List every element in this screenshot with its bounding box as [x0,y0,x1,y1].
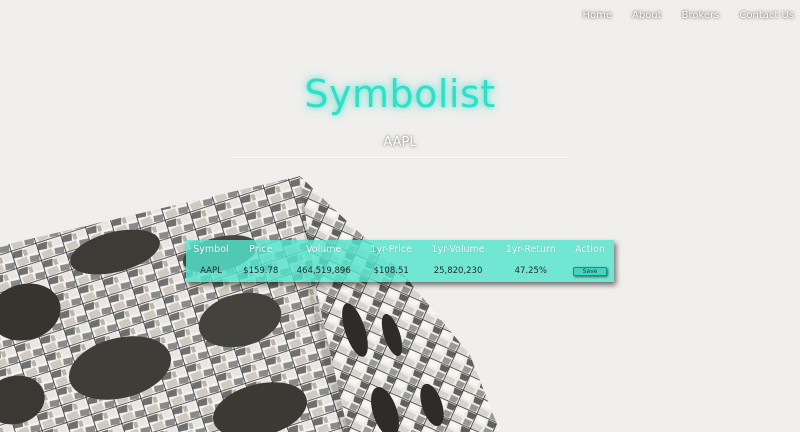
column-header-action: Action [575,244,605,255]
nav-home-link[interactable]: Home [582,10,612,21]
column-header-1yr-price: 1yr-Price [370,244,412,255]
cell-1yr-price: $108.51 [373,265,409,276]
background-building-image [0,176,500,432]
save-button[interactable]: Save [573,266,607,276]
top-nav: Home About Brokers Contact Us [562,10,794,21]
table-row: AAPL $159.78 464,519,896 $108.51 25,820,… [186,259,614,282]
cell-action: Save [566,259,614,282]
stock-table-panel: Symbol Price Volume 1yr-Price 1yr-Volume… [186,240,614,282]
cell-1yr-return: 47.25% [514,265,547,276]
column-header-volume: Volume [306,244,342,255]
column-header-1yr-volume: 1yr-Volume [431,244,485,255]
symbol-heading: AAPL [383,135,417,150]
page-title: Symbolist [304,72,496,116]
column-header-symbol: Symbol [193,244,229,255]
column-header-1yr-return: 1yr-Return [505,244,556,255]
nav-about-link[interactable]: About [632,10,662,21]
cell-1yr-volume: 25,820,230 [433,265,483,276]
divider [232,157,568,158]
nav-brokers-link[interactable]: Brokers [682,10,720,21]
stock-table: Symbol Price Volume 1yr-Price 1yr-Volume… [186,240,614,282]
cell-price: $159.78 [243,265,279,276]
column-header-price: Price [249,244,273,255]
cell-symbol: AAPL [200,265,222,276]
table-header-row: Symbol Price Volume 1yr-Price 1yr-Volume… [186,240,614,259]
cell-volume: 464,519,896 [296,265,351,276]
nav-contact-link[interactable]: Contact Us [739,10,794,21]
